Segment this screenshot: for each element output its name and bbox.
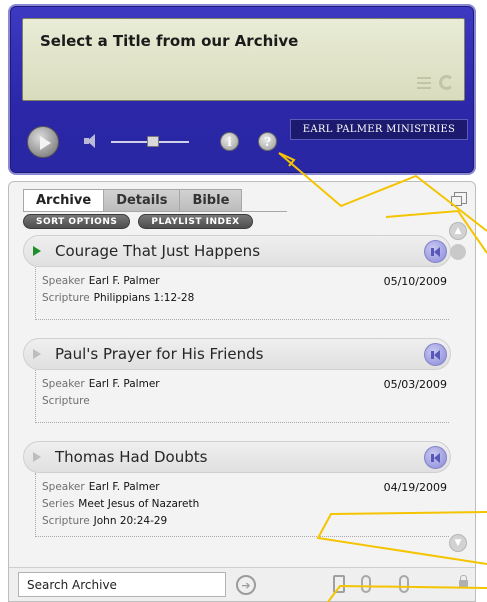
series-row: Series Meet Jesus of Nazareth [42, 496, 449, 513]
list-item: Courage That Just Happens Speaker Earl F.… [23, 235, 451, 320]
menu-icon[interactable] [417, 76, 431, 89]
title-display: Select a Title from our Archive [22, 18, 465, 101]
list-item: Thomas Had Doubts Speaker Earl F. Palmer … [23, 441, 451, 537]
row-label: Speaker [42, 378, 85, 390]
scripture-row: Scripture [42, 393, 449, 410]
row-value: Earl F. Palmer [88, 481, 160, 493]
item-header[interactable]: Thomas Had Doubts [23, 441, 451, 473]
list-item: Paul's Prayer for His Friends Speaker Ear… [23, 338, 451, 423]
scripture-row: Scripture John 20:24-29 [42, 513, 449, 530]
scroll-up-icon[interactable]: ▲ [449, 222, 467, 240]
tab-divider [23, 211, 287, 212]
row-value: Meet Jesus of Nazareth [78, 498, 200, 510]
help-button[interactable]: ? [258, 132, 277, 151]
tab-bible[interactable]: Bible [179, 189, 243, 211]
row-value: John 20:24-29 [93, 515, 168, 527]
play-triangle-icon[interactable] [33, 246, 41, 256]
item-title[interactable]: Paul's Prayer for His Friends [55, 345, 264, 363]
refresh-icon[interactable] [439, 75, 454, 90]
audio-player: Select a Title from our Archive i ? EARL… [8, 4, 476, 175]
archive-panel: Archive Details Bible SORT OPTIONS PLAYL… [8, 181, 476, 602]
scrollbar[interactable]: ▲ ▼ [449, 222, 467, 552]
item-details: Speaker Earl F. Palmer Scripture Philippia… [35, 267, 449, 320]
row-value: Philippians 1:12-28 [93, 292, 195, 304]
item-details: Speaker Earl F. Palmer Series Meet Jesus o… [35, 473, 449, 537]
item-title[interactable]: Thomas Had Doubts [55, 448, 207, 466]
item-date: 05/10/2009 [383, 275, 447, 288]
popout-window-icon[interactable] [451, 192, 467, 206]
display-icons [417, 75, 454, 90]
mouse-icon[interactable] [361, 575, 371, 593]
brand-logo[interactable]: EARL PALMER MINISTRIES [290, 119, 468, 140]
row-label: Scripture [42, 292, 90, 304]
tab-bar: Archive Details Bible [23, 189, 243, 211]
option-pills: SORT OPTIONS PLAYLIST INDEX [23, 214, 253, 229]
item-date: 04/19/2009 [383, 481, 447, 494]
play-triangle-icon[interactable] [33, 452, 41, 462]
audio-icon[interactable] [424, 343, 447, 366]
item-date: 05/03/2009 [383, 378, 447, 391]
archive-list: Courage That Just Happens Speaker Earl F.… [23, 235, 451, 555]
tab-archive[interactable]: Archive [23, 189, 105, 211]
volume-slider-thumb[interactable] [147, 136, 159, 147]
playlist-index-button[interactable]: PLAYLIST INDEX [138, 214, 253, 229]
mouse-alt-icon[interactable] [399, 575, 409, 593]
row-value: Earl F. Palmer [88, 275, 160, 287]
item-details: Speaker Earl F. Palmer Scripture 05/03/20… [35, 370, 449, 423]
sort-options-button[interactable]: SORT OPTIONS [23, 214, 131, 229]
play-button[interactable] [27, 126, 59, 158]
display-title: Select a Title from our Archive [40, 32, 299, 50]
item-header[interactable]: Courage That Just Happens [23, 235, 451, 267]
row-value: Earl F. Palmer [88, 378, 160, 390]
row-label: Scripture [42, 395, 90, 407]
row-label: Speaker [42, 481, 85, 493]
tab-details[interactable]: Details [103, 189, 181, 211]
search-input[interactable]: Search Archive [18, 572, 226, 597]
row-label: Series [42, 498, 75, 510]
bottom-toolbar: Search Archive ➔ [9, 567, 475, 601]
scroll-thumb[interactable] [450, 244, 466, 260]
row-label: Scripture [42, 515, 90, 527]
scripture-row: Scripture Philippians 1:12-28 [42, 290, 449, 307]
info-button[interactable]: i [220, 132, 239, 151]
search-input-value: Search Archive [27, 577, 117, 592]
play-triangle-icon[interactable] [33, 349, 41, 359]
speaker-icon[interactable] [84, 133, 100, 149]
document-icon[interactable] [333, 575, 345, 593]
scroll-down-icon[interactable]: ▼ [449, 534, 467, 552]
audio-icon[interactable] [424, 446, 447, 469]
search-go-icon[interactable]: ➔ [236, 575, 256, 595]
row-label: Speaker [42, 275, 85, 287]
audio-icon[interactable] [424, 240, 447, 263]
item-header[interactable]: Paul's Prayer for His Friends [23, 338, 451, 370]
lock-icon[interactable] [459, 575, 468, 588]
item-title[interactable]: Courage That Just Happens [55, 242, 260, 260]
